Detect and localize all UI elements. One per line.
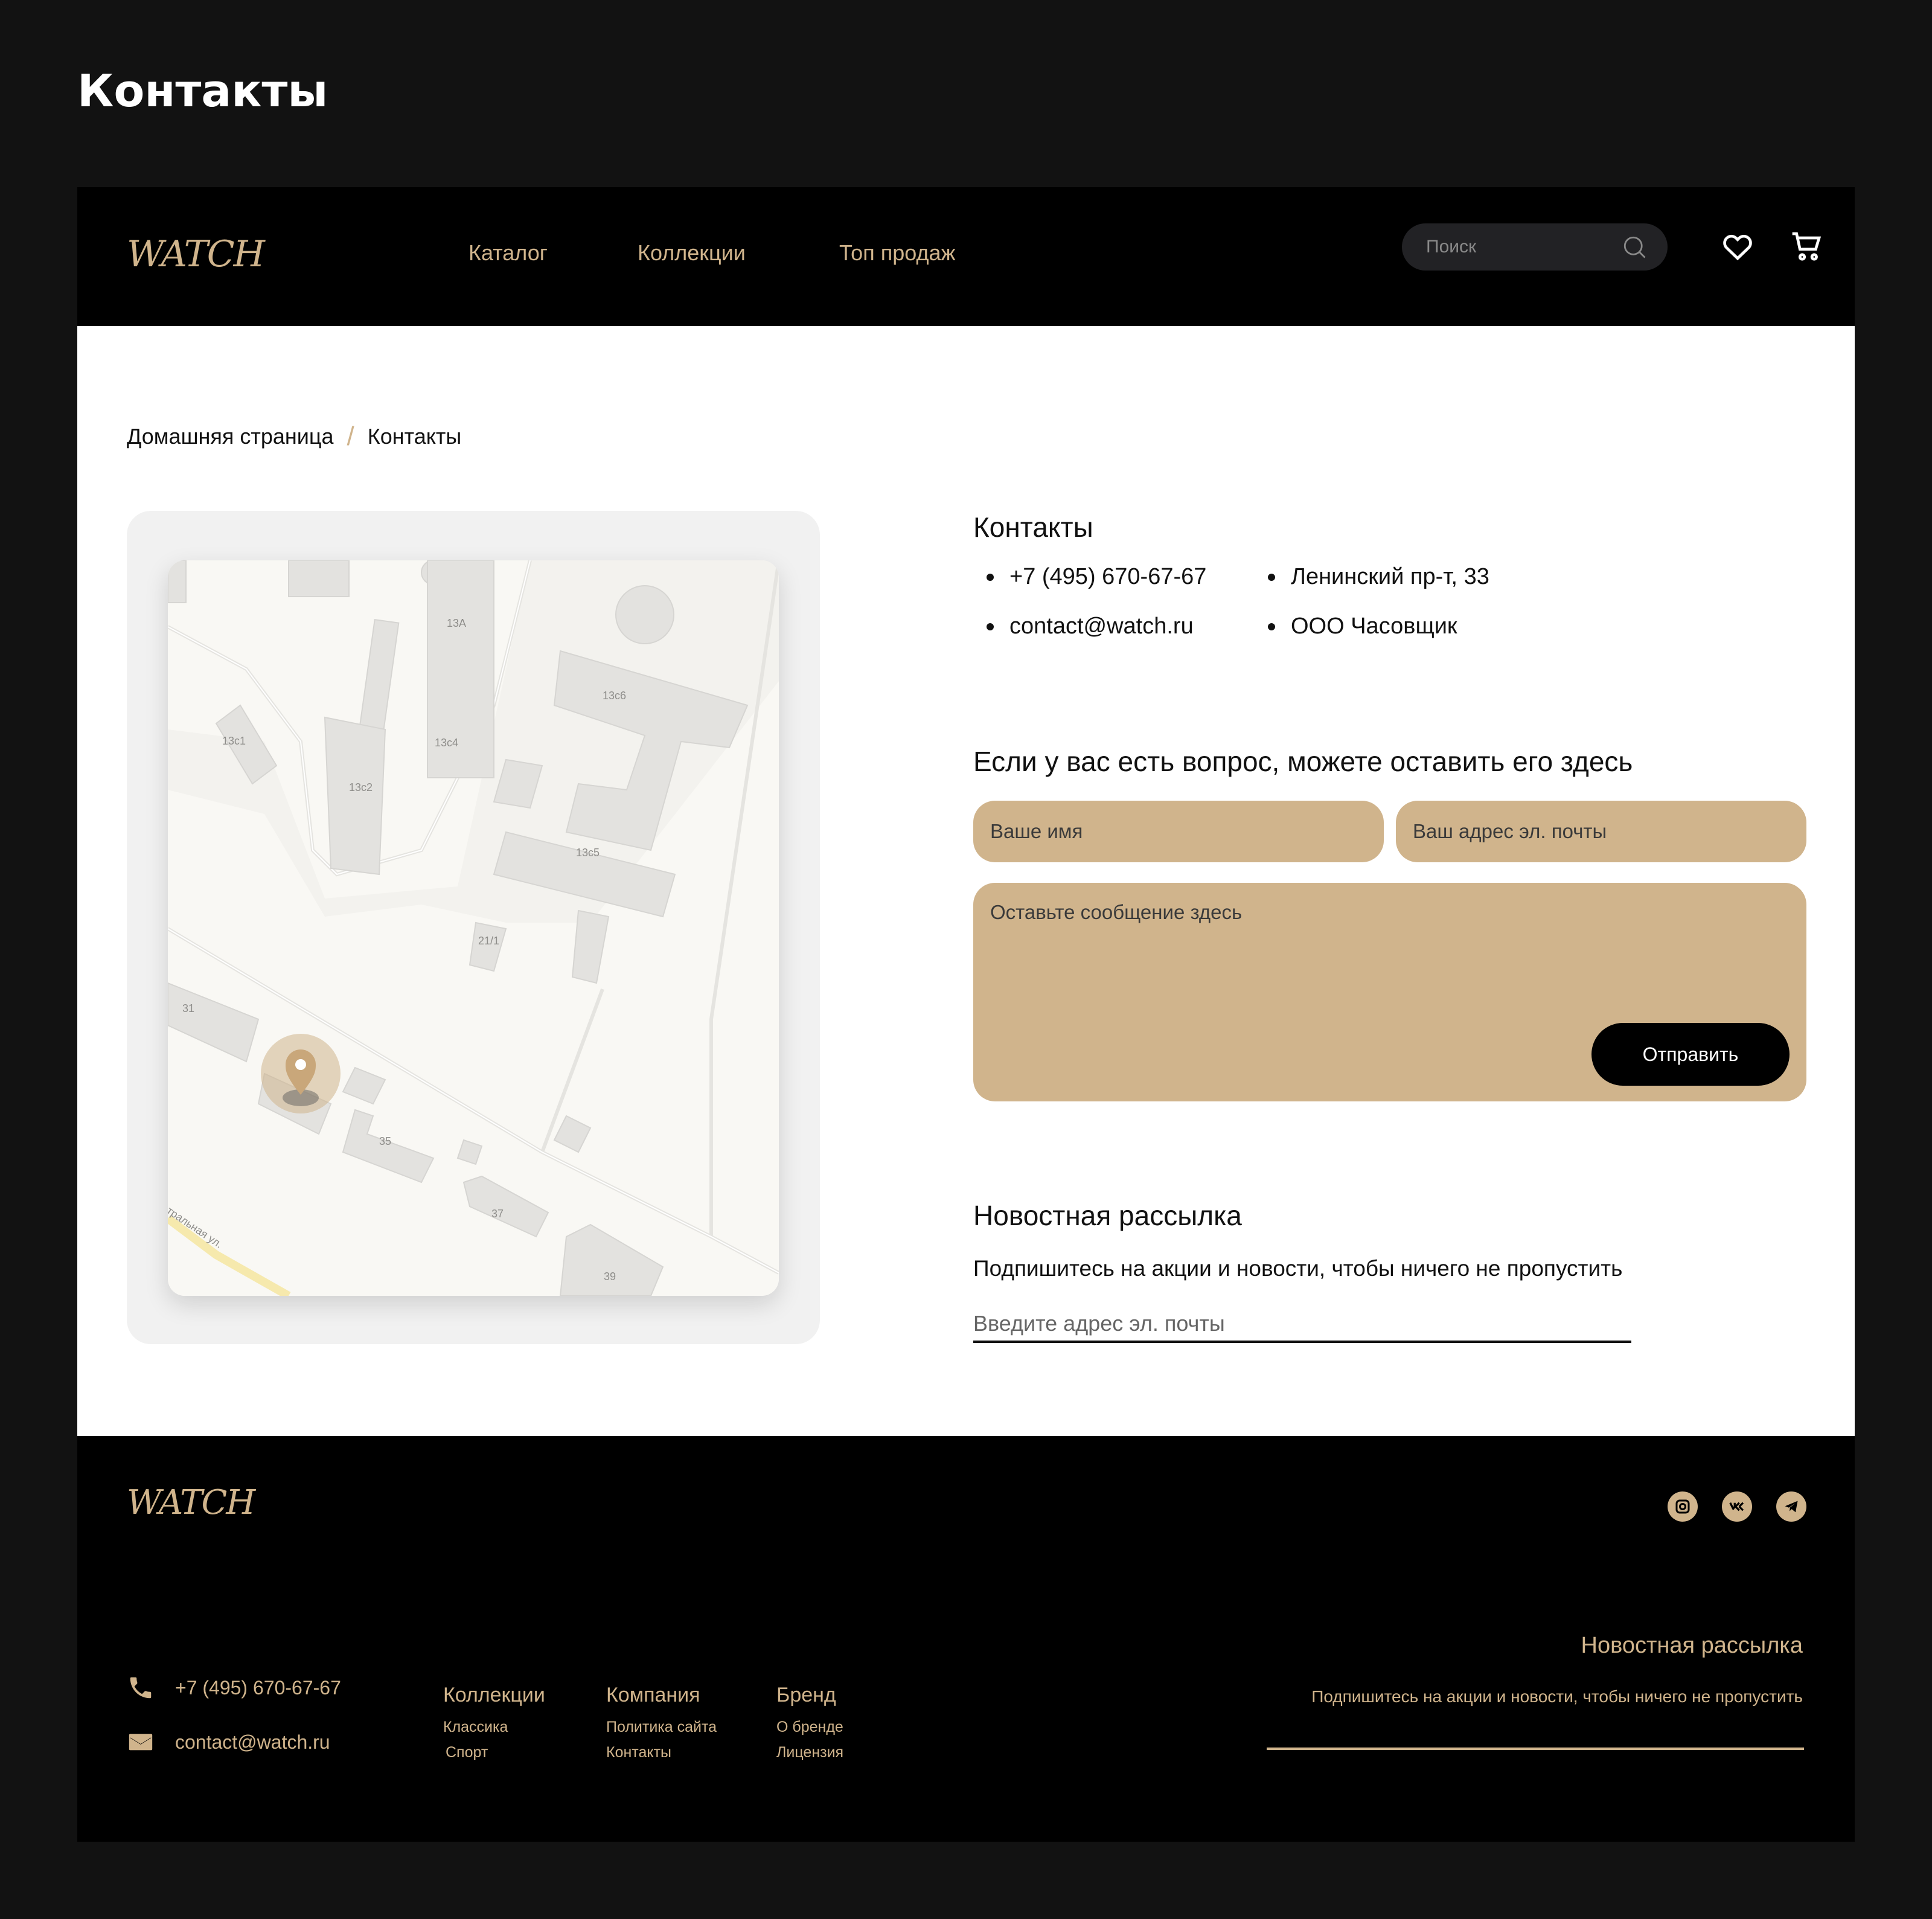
breadcrumb-home[interactable]: Домашняя страница [127, 424, 334, 449]
breadcrumb: Домашняя страница / Контакты [127, 421, 461, 452]
site-footer: WATCH +7 (495) 670-67-67 contact@watch.r… [77, 1436, 1855, 1842]
footer-newsletter-input[interactable] [1267, 1714, 1804, 1750]
svg-text:37: 37 [491, 1208, 504, 1220]
search-input[interactable] [1402, 237, 1613, 257]
bullet [1268, 623, 1275, 630]
contact-phone[interactable]: +7 (495) 670-67-67 [987, 564, 1206, 590]
breadcrumb-current: Контакты [367, 424, 462, 449]
site-frame: WATCH Каталог Коллекции Топ продаж Домаш… [77, 187, 1855, 1842]
site-header: WATCH Каталог Коллекции Топ продаж [77, 187, 1855, 326]
footer-phone-text: +7 (495) 670-67-67 [175, 1676, 341, 1699]
footer-email[interactable]: contact@watch.ru [127, 1728, 330, 1756]
svg-text:13с2: 13с2 [349, 781, 373, 793]
footer-col-company-title: Компания [606, 1684, 700, 1706]
svg-text:13с4: 13с4 [435, 737, 458, 749]
svg-text:13с6: 13с6 [603, 690, 626, 702]
contacts-title: Контакты [973, 511, 1093, 543]
footer-col-brand-title: Бренд [776, 1684, 836, 1706]
footer-phone[interactable]: +7 (495) 670-67-67 [127, 1674, 341, 1702]
nav-catalog[interactable]: Каталог [469, 240, 548, 266]
footer-newsletter-title: Новостная рассылка [1581, 1633, 1803, 1658]
newsletter-subtitle: Подпишитесь на акции и новости, чтобы ни… [973, 1256, 1623, 1281]
telegram-icon[interactable] [1776, 1491, 1806, 1522]
map-container: 13А 13с6 13с1 13с4 13с2 13с5 21/1 31 35 … [127, 511, 820, 1344]
map-pin-icon[interactable] [261, 1034, 341, 1113]
contact-email[interactable]: contact@watch.ru [987, 614, 1194, 639]
search-box [1402, 223, 1668, 271]
nav-top-sales[interactable]: Топ продаж [839, 240, 956, 266]
question-form-title: Если у вас есть вопрос, можете оставить … [973, 746, 1633, 777]
email-field[interactable] [1396, 801, 1806, 862]
contact-company-text: ООО Часовщик [1291, 614, 1457, 639]
breadcrumb-separator: / [347, 421, 354, 451]
contact-address-text: Ленинский пр-т, 33 [1291, 564, 1489, 589]
contact-email-text: contact@watch.ru [1009, 614, 1194, 639]
footer-link-classic[interactable]: Классика [443, 1719, 508, 1736]
contact-phone-text: +7 (495) 670-67-67 [1009, 564, 1207, 589]
nav-collections[interactable]: Коллекции [638, 240, 746, 266]
newsletter-title: Новостная рассылка [973, 1200, 1242, 1231]
footer-logo[interactable]: WATCH [127, 1483, 255, 1522]
map[interactable]: 13А 13с6 13с1 13с4 13с2 13с5 21/1 31 35 … [168, 560, 779, 1296]
cart-icon[interactable] [1790, 229, 1823, 263]
svg-text:21/1: 21/1 [478, 935, 499, 947]
mail-icon [129, 1734, 153, 1751]
newsletter-email-input[interactable] [973, 1307, 1631, 1343]
svg-text:31: 31 [182, 1002, 194, 1014]
svg-text:13с1: 13с1 [222, 735, 246, 747]
footer-col-collections-title: Коллекции [443, 1684, 545, 1706]
bullet [1268, 573, 1275, 581]
bullet [987, 623, 994, 630]
page-title: Контакты [77, 65, 328, 117]
bullet [987, 573, 994, 581]
name-field[interactable] [973, 801, 1384, 862]
footer-link-about-brand[interactable]: О бренде [776, 1719, 843, 1736]
svg-text:35: 35 [379, 1135, 391, 1147]
footer-email-text: contact@watch.ru [175, 1731, 330, 1753]
footer-newsletter-subtitle: Подпишитесь на акции и новости, чтобы ни… [1311, 1687, 1803, 1706]
instagram-icon[interactable] [1668, 1491, 1698, 1522]
footer-link-contacts[interactable]: Контакты [606, 1744, 671, 1761]
phone-icon [130, 1677, 152, 1699]
header-logo[interactable]: WATCH [127, 233, 265, 275]
footer-link-sport[interactable]: Спорт [446, 1744, 488, 1761]
footer-link-policy[interactable]: Политика сайта [606, 1719, 717, 1736]
footer-link-license[interactable]: Лицензия [776, 1744, 843, 1761]
heart-icon[interactable] [1721, 229, 1754, 263]
submit-button[interactable]: Отправить [1591, 1023, 1790, 1086]
svg-text:39: 39 [604, 1270, 616, 1283]
contact-company: ООО Часовщик [1268, 614, 1457, 639]
svg-text:13с5: 13с5 [576, 847, 600, 859]
svg-text:13А: 13А [447, 617, 466, 629]
search-icon[interactable] [1622, 234, 1647, 260]
contact-address: Ленинский пр-т, 33 [1268, 564, 1489, 590]
vk-icon[interactable] [1722, 1491, 1752, 1522]
